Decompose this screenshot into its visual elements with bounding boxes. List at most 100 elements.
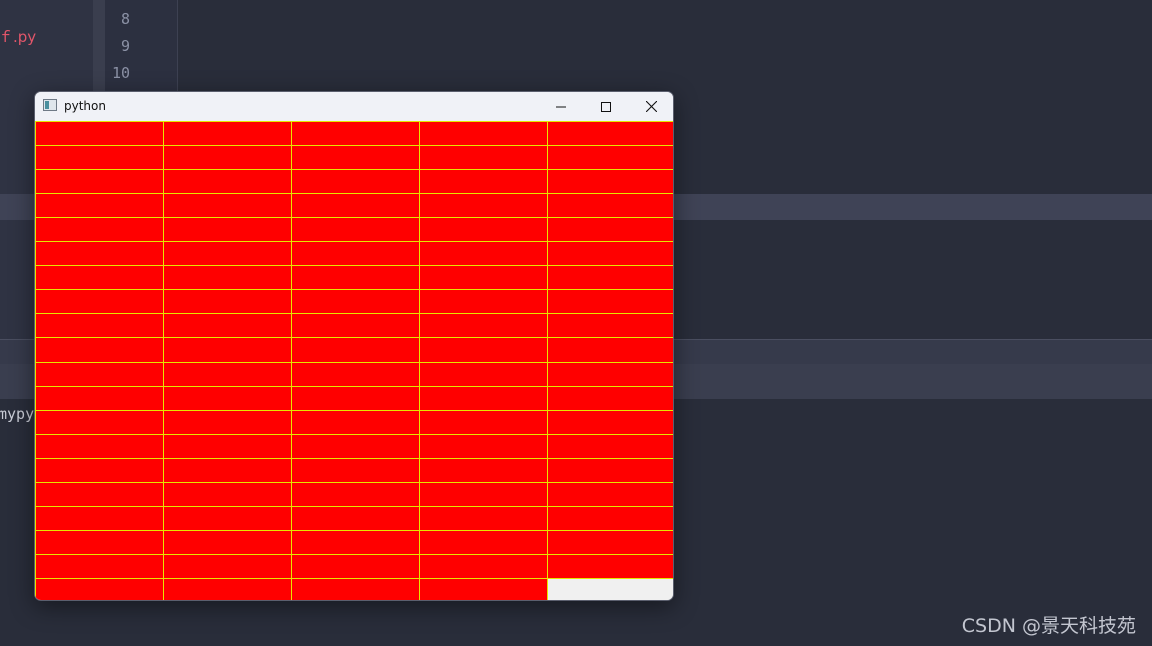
grid-cell[interactable] (35, 169, 164, 194)
grid-cell[interactable] (547, 434, 673, 459)
grid-cell[interactable] (35, 121, 164, 146)
grid-cell[interactable] (163, 554, 292, 579)
grid-cell[interactable] (35, 362, 164, 387)
grid-cell[interactable] (35, 337, 164, 363)
grid-cell[interactable] (547, 313, 673, 338)
grid-cell[interactable] (35, 265, 164, 290)
grid-cell[interactable] (291, 410, 420, 435)
grid-cell[interactable] (163, 362, 292, 387)
grid-cell[interactable] (35, 193, 164, 218)
grid-cell[interactable] (419, 530, 548, 555)
grid-cell[interactable] (291, 169, 420, 194)
grid-cell[interactable] (547, 458, 673, 483)
grid-cell[interactable] (291, 578, 420, 600)
grid-cell[interactable] (419, 506, 548, 531)
grid-cell[interactable] (35, 482, 164, 507)
minimize-button[interactable] (538, 92, 584, 121)
grid-cell[interactable] (547, 506, 673, 531)
grid-cell[interactable] (163, 193, 292, 218)
grid-cell[interactable] (547, 554, 673, 579)
grid-cell[interactable] (163, 313, 292, 338)
grid-cell[interactable] (163, 434, 292, 459)
grid-cell[interactable] (163, 578, 292, 600)
grid-cell[interactable] (163, 482, 292, 507)
grid-cell[interactable] (35, 506, 164, 531)
grid-cell[interactable] (291, 554, 420, 579)
title-bar[interactable]: python (35, 92, 673, 121)
grid-cell[interactable] (291, 482, 420, 507)
grid-cell[interactable] (163, 289, 292, 314)
grid-cell[interactable] (163, 337, 292, 363)
grid-cell[interactable] (419, 169, 548, 194)
grid-cell[interactable] (35, 241, 164, 266)
grid-cell[interactable] (547, 386, 673, 411)
grid-cell[interactable] (35, 313, 164, 338)
grid-cell[interactable] (291, 434, 420, 459)
grid-cell[interactable] (547, 337, 673, 363)
grid-cell[interactable] (163, 410, 292, 435)
grid-cell[interactable] (291, 241, 420, 266)
grid-cell[interactable] (291, 313, 420, 338)
grid-cell[interactable] (547, 145, 673, 170)
grid-cell[interactable] (163, 386, 292, 411)
grid-cell[interactable] (419, 241, 548, 266)
grid-cell[interactable] (547, 410, 673, 435)
grid-cell[interactable] (547, 482, 673, 507)
grid-cell[interactable] (547, 362, 673, 387)
grid-cell[interactable] (291, 265, 420, 290)
grid-cell[interactable] (35, 386, 164, 411)
grid-cell[interactable] (419, 386, 548, 411)
grid-cell[interactable] (291, 337, 420, 363)
grid-cell[interactable] (419, 289, 548, 314)
grid-cell[interactable] (291, 193, 420, 218)
grid-cell[interactable] (291, 530, 420, 555)
grid-cell[interactable] (35, 289, 164, 314)
grid-cell[interactable] (35, 554, 164, 579)
grid-cell[interactable] (35, 530, 164, 555)
grid-cell[interactable] (163, 530, 292, 555)
grid-cell[interactable] (35, 434, 164, 459)
grid-cell[interactable] (419, 554, 548, 579)
grid-cell[interactable] (35, 458, 164, 483)
grid-cell[interactable] (547, 193, 673, 218)
grid-cell[interactable] (291, 289, 420, 314)
grid-cell[interactable] (291, 362, 420, 387)
grid-cell[interactable] (547, 289, 673, 314)
close-button[interactable] (628, 92, 673, 121)
grid-cell[interactable] (547, 169, 673, 194)
maximize-button[interactable] (583, 92, 629, 121)
grid-cell[interactable] (547, 530, 673, 555)
grid-cell[interactable] (547, 241, 673, 266)
grid-cell[interactable] (163, 506, 292, 531)
grid-cell[interactable] (419, 121, 548, 146)
sidebar-file-item[interactable]: ｆ.py (0, 26, 36, 47)
grid-cell[interactable] (419, 217, 548, 242)
grid-cell[interactable] (419, 265, 548, 290)
grid-cell[interactable] (291, 458, 420, 483)
grid-cell[interactable] (419, 458, 548, 483)
grid-cell[interactable] (419, 313, 548, 338)
grid-cell[interactable] (291, 121, 420, 146)
grid-cell[interactable] (163, 217, 292, 242)
grid-cell[interactable] (419, 193, 548, 218)
grid-cell[interactable] (163, 145, 292, 170)
grid-cell[interactable] (419, 337, 548, 363)
grid-cell[interactable] (163, 169, 292, 194)
grid-cell[interactable] (547, 121, 673, 146)
grid-cell[interactable] (163, 458, 292, 483)
grid-cell[interactable] (419, 578, 548, 600)
grid-cell[interactable] (419, 362, 548, 387)
grid-cell[interactable] (35, 145, 164, 170)
grid-cell[interactable] (163, 121, 292, 146)
grid-cell[interactable] (35, 410, 164, 435)
grid-cell[interactable] (547, 217, 673, 242)
grid-cell[interactable] (35, 217, 164, 242)
grid-cell[interactable] (291, 506, 420, 531)
grid-cell[interactable] (35, 578, 164, 600)
grid-cell[interactable] (419, 434, 548, 459)
grid-cell[interactable] (547, 265, 673, 290)
grid-cell[interactable] (291, 386, 420, 411)
grid-cell[interactable] (419, 482, 548, 507)
grid-cell[interactable] (163, 241, 292, 266)
grid-cell[interactable] (163, 265, 292, 290)
